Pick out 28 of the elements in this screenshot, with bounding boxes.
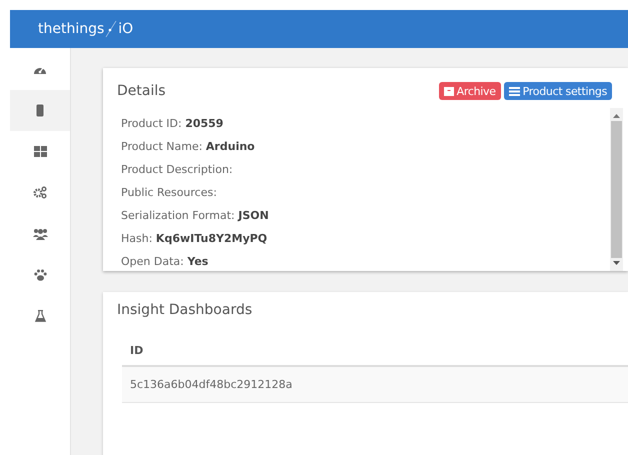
slash-dot-icon [105,20,118,38]
chip-icon [36,104,44,117]
sidebar-item[interactable] [10,90,70,131]
scrollbar[interactable] [610,108,623,271]
paw-icon [34,268,46,280]
flask-icon [34,310,46,322]
detail-field: Product ID: 20559 [121,117,610,140]
settings-button[interactable]: Product settings [504,82,612,100]
card-title: Details [117,83,166,99]
archive-icon [444,86,454,96]
scroll-up-icon[interactable] [613,114,620,118]
archive-button[interactable]: Archive [438,82,501,100]
detail-field: Open Data: Yes [121,255,610,271]
list-icon [508,86,520,96]
column-header: ID [122,344,628,366]
gears-icon [33,186,47,199]
card-title: Insight Dashboards [117,302,254,318]
logo-text[interactable]: thethings [38,21,104,37]
logo-text[interactable]: iO [118,21,134,37]
detail-field: Serialization Format: JSON [121,209,610,232]
scroll-down-icon[interactable] [613,261,620,265]
users-icon [32,228,48,240]
grid-icon [34,146,46,157]
detail-field: Product Name: Arduino [121,140,610,163]
detail-field: Public Resources: [121,186,610,209]
table-cell: 5c136a6b04df48bc2912128a [122,366,628,402]
detail-field: Hash: Kq6wITu8Y2MyPQ [121,232,610,255]
detail-field: Product Description: [121,163,610,186]
